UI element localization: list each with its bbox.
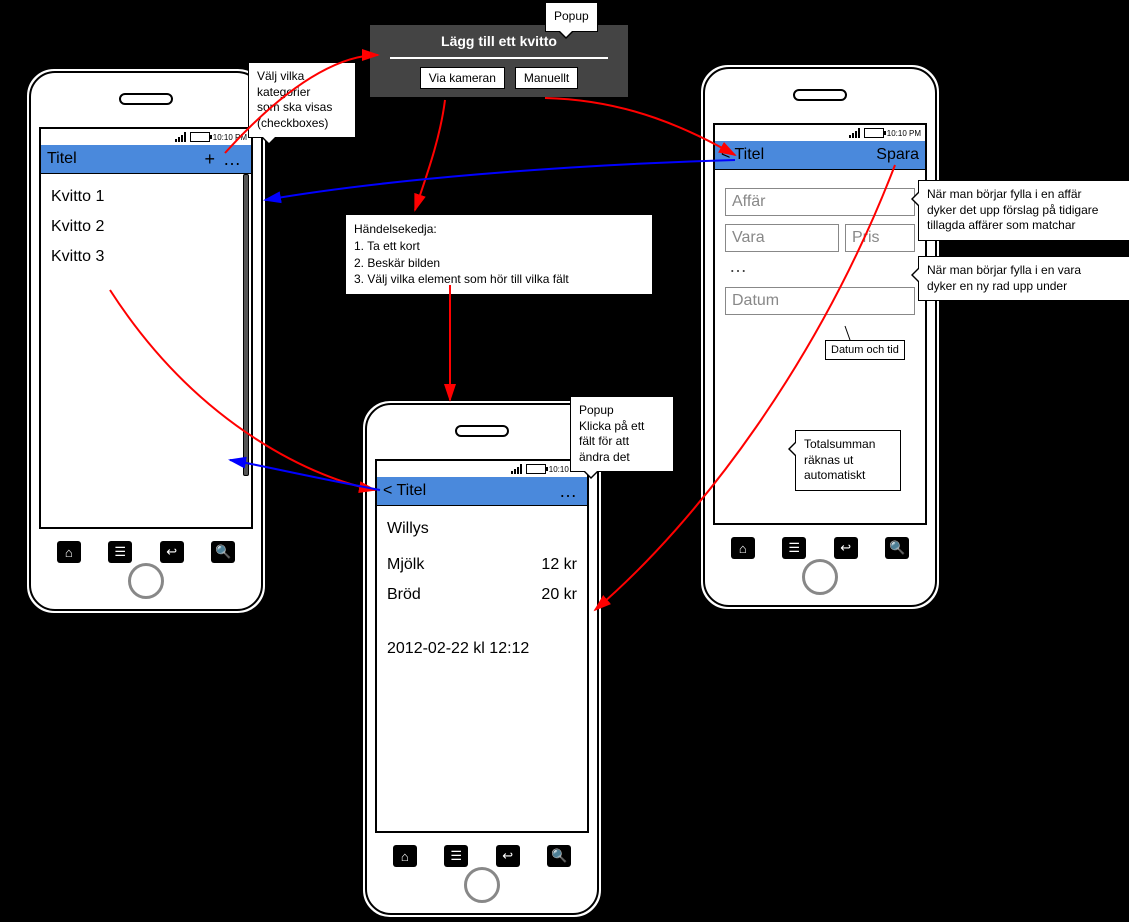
status-bar: 10:10 PM: [41, 129, 251, 145]
receipt-item[interactable]: Mjölk 12 kr: [387, 550, 577, 580]
title-bar: < Titel Spara: [715, 141, 925, 170]
status-time: 10:10 PM: [887, 129, 921, 138]
phone-detail: 10:10 PM < Titel … Willys Mjölk 12 kr Br…: [360, 398, 604, 920]
softkey-bar: ⌂ ☰ ↩ 🔍: [717, 537, 923, 559]
event-chain-note: Händelsekedja: 1. Ta ett kort 2. Beskär …: [345, 214, 653, 295]
back-icon[interactable]: ↩: [496, 845, 520, 867]
menu-icon[interactable]: ☰: [444, 845, 468, 867]
save-button[interactable]: Spara: [876, 146, 919, 164]
title-bar: Titel + …: [41, 145, 251, 174]
more-button[interactable]: …: [219, 150, 245, 168]
home-button[interactable]: [464, 867, 500, 903]
date-hint-label: Datum och tid: [825, 340, 905, 360]
callout-item-hint: När man börjar fylla i en vara dyker en …: [918, 256, 1129, 301]
status-time: 10:10 PM: [213, 133, 247, 142]
earpiece: [455, 425, 509, 437]
add-button[interactable]: +: [200, 150, 219, 168]
store-field[interactable]: Affär: [725, 188, 915, 216]
more-button[interactable]: …: [555, 482, 581, 500]
add-receipt-popup: Lägg till ett kvitto Via kameran Manuell…: [369, 24, 629, 98]
item-field[interactable]: Vara: [725, 224, 839, 252]
back-icon[interactable]: ↩: [834, 537, 858, 559]
scrollbar[interactable]: [243, 174, 249, 476]
price-field[interactable]: Pris: [845, 224, 915, 252]
page-title: Titel: [47, 150, 77, 168]
search-icon[interactable]: 🔍: [547, 845, 571, 867]
status-bar: 10:10 PM: [377, 461, 587, 477]
menu-icon[interactable]: ☰: [782, 537, 806, 559]
back-title[interactable]: < Titel: [383, 482, 426, 500]
earpiece: [119, 93, 173, 105]
back-title[interactable]: < Titel: [721, 146, 764, 164]
home-icon[interactable]: ⌂: [731, 537, 755, 559]
menu-icon[interactable]: ☰: [108, 541, 132, 563]
search-icon[interactable]: 🔍: [885, 537, 909, 559]
search-icon[interactable]: 🔍: [211, 541, 235, 563]
home-button[interactable]: [128, 563, 164, 599]
store-name[interactable]: Willys: [387, 514, 577, 544]
date-field[interactable]: Datum: [725, 287, 915, 315]
list-item[interactable]: Kvitto 3: [51, 242, 241, 272]
earpiece: [793, 89, 847, 101]
receipt-item[interactable]: Bröd 20 kr: [387, 580, 577, 610]
softkey-bar: ⌂ ☰ ↩ 🔍: [43, 541, 249, 563]
title-bar: < Titel …: [377, 477, 587, 506]
list-item[interactable]: Kvitto 2: [51, 212, 241, 242]
callout-edit-popup: Popup Klicka på ett fält för att ändra d…: [570, 396, 674, 472]
home-icon[interactable]: ⌂: [57, 541, 81, 563]
home-button[interactable]: [802, 559, 838, 595]
phone-list: 10:10 PM Titel + … Kvitto 1 Kvitto 2 Kvi…: [24, 66, 268, 616]
callout-popup-label: Popup: [545, 2, 598, 32]
callout-checkboxes: Välj vilka kategorier som ska visas (che…: [248, 62, 356, 138]
manual-button[interactable]: Manuellt: [515, 67, 578, 89]
back-icon[interactable]: ↩: [160, 541, 184, 563]
softkey-bar: ⌂ ☰ ↩ 🔍: [379, 845, 585, 867]
via-camera-button[interactable]: Via kameran: [420, 67, 505, 89]
list-item[interactable]: Kvitto 1: [51, 182, 241, 212]
callout-total-hint: Totalsumman räknas ut automatiskt: [795, 430, 901, 491]
more-items-indicator: …: [725, 256, 915, 277]
status-bar: 10:10 PM: [715, 125, 925, 141]
popup-title: Lägg till ett kvitto: [380, 33, 618, 55]
receipt-date[interactable]: 2012-02-22 kl 12:12: [387, 634, 577, 664]
home-icon[interactable]: ⌂: [393, 845, 417, 867]
callout-store-hint: När man börjar fylla i en affär dyker de…: [918, 180, 1129, 241]
phone-form: 10:10 PM < Titel Spara Affär Vara Pris ……: [698, 62, 942, 612]
